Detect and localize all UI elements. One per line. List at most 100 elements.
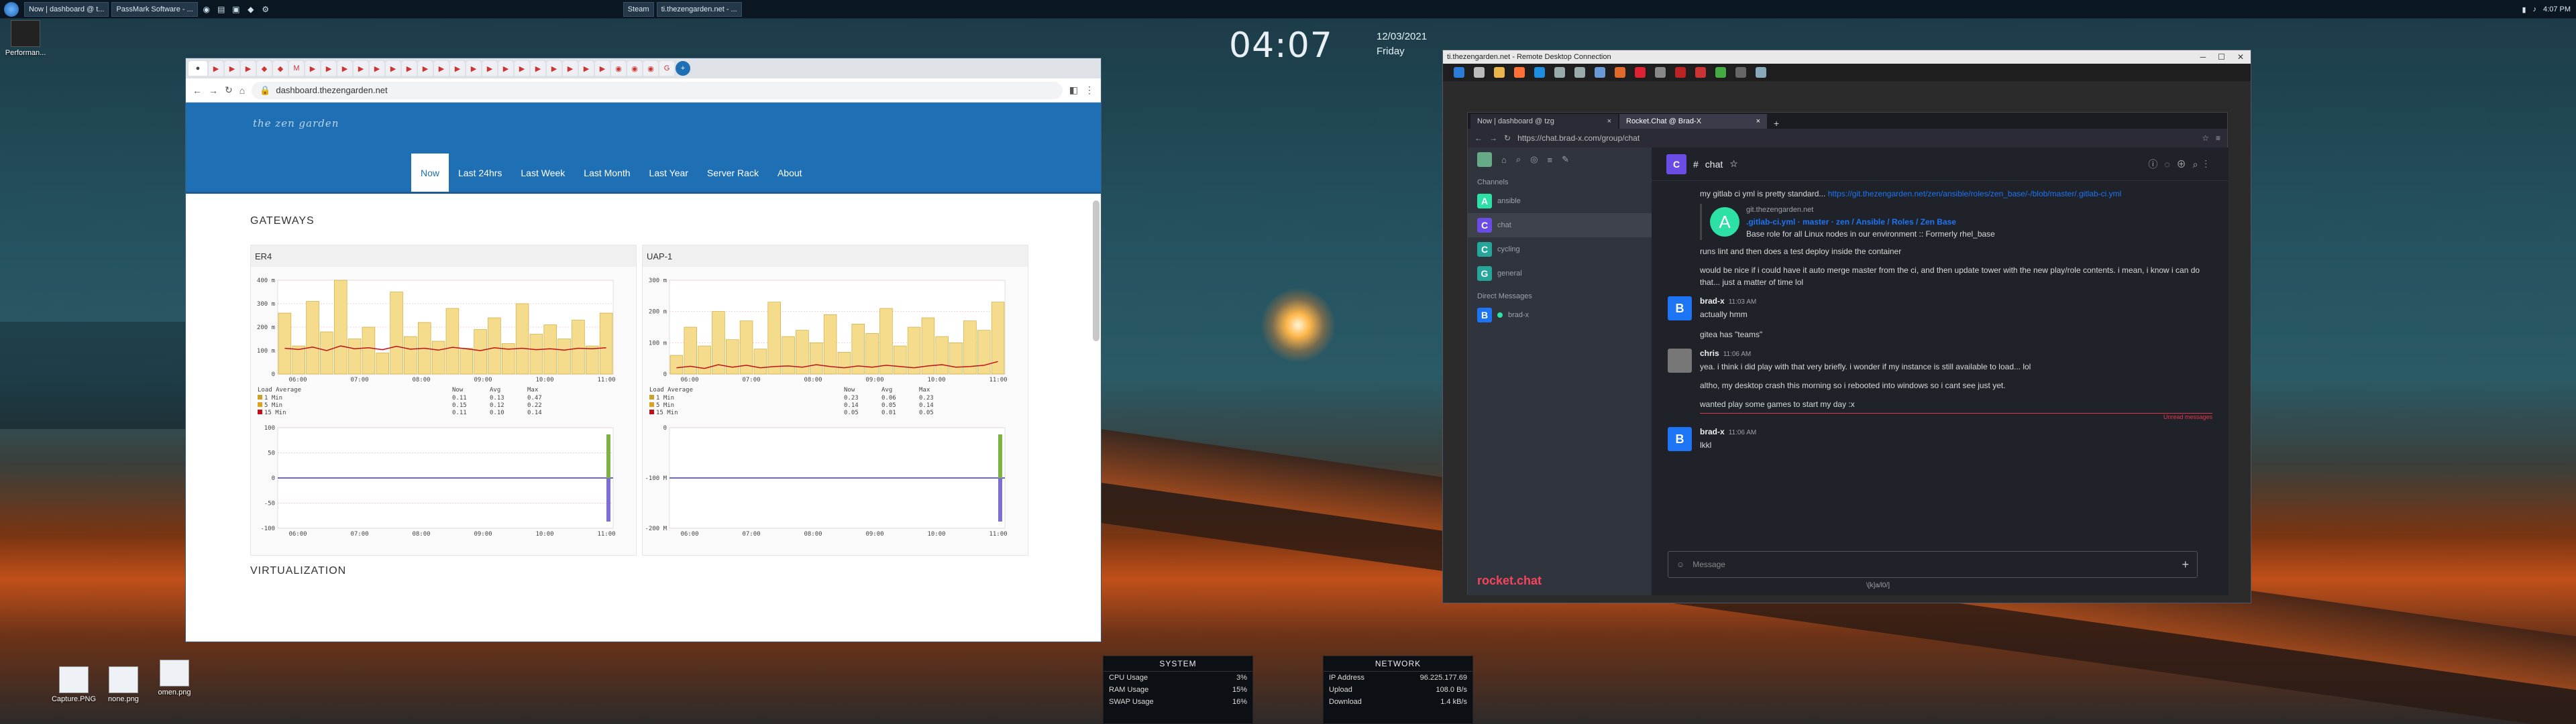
tab[interactable]: ◉ [611, 61, 626, 76]
app-icon[interactable] [1635, 67, 1646, 78]
message-user[interactable]: chris [1700, 349, 1719, 358]
task-rdp[interactable]: ti.thezengarden.net - ... [656, 1, 742, 17]
tab[interactable]: ▶ [337, 61, 352, 76]
star-icon[interactable]: ☆ [1729, 158, 1738, 170]
app-icon[interactable] [1574, 67, 1585, 78]
reload-icon[interactable]: ↻ [225, 84, 233, 96]
tab[interactable]: ▶ [563, 61, 578, 76]
remote-url[interactable]: https://chat.brad-x.com/group/chat [1517, 133, 2195, 143]
tab[interactable]: G [659, 61, 674, 76]
nav-last-week[interactable]: Last Week [511, 154, 574, 192]
message-user[interactable]: brad-x [1700, 427, 1725, 436]
home-icon[interactable]: ⌂ [239, 85, 245, 96]
room-toolbar-icons[interactable]: ⓘ◌⊕⌕⋮ [2148, 158, 2214, 171]
tab[interactable]: ▶ [498, 61, 513, 76]
app-icon[interactable] [1554, 67, 1565, 78]
tab[interactable]: ▶ [209, 61, 223, 76]
desktop-icon-none[interactable]: none.png [99, 666, 148, 703]
tab[interactable]: ◉ [627, 61, 642, 76]
close-icon[interactable]: ✕ [2237, 52, 2244, 62]
channel-ansible[interactable]: Aansible [1468, 189, 1652, 213]
app-icon[interactable] [1615, 67, 1625, 78]
tab-active[interactable]: ● [189, 61, 207, 76]
tab[interactable]: ▶ [225, 61, 239, 76]
minimize-icon[interactable]: ─ [2200, 52, 2206, 62]
back-icon[interactable]: ← [193, 85, 202, 96]
remote-tab-active[interactable]: Rocket.Chat @ Brad-X × [1619, 114, 1767, 129]
close-icon[interactable]: × [1607, 117, 1611, 125]
tab[interactable]: ▶ [354, 61, 368, 76]
nav-now[interactable]: Now [411, 154, 449, 192]
tab[interactable]: ▶ [579, 61, 594, 76]
folder-icon[interactable]: ▤ [215, 3, 227, 15]
menu-icon[interactable]: ⋮ [1085, 84, 1094, 96]
forward-icon[interactable]: → [1489, 133, 1497, 143]
nav-last-year[interactable]: Last Year [640, 154, 698, 192]
dm-brad-x[interactable]: Bbrad-x [1468, 303, 1652, 327]
url-input[interactable]: 🔒 dashboard.thezengarden.net [252, 81, 1063, 99]
tab[interactable]: ▶ [402, 61, 417, 76]
emoji-icon[interactable]: ☺ [1676, 560, 1684, 569]
message-user[interactable]: brad-x [1700, 296, 1725, 306]
desktop-icon-capture[interactable]: Capture.PNG [50, 666, 98, 703]
folder-icon[interactable] [1494, 67, 1505, 78]
terminal-icon[interactable]: ▣ [230, 3, 242, 15]
sort-icon[interactable]: ≡ [1547, 155, 1552, 165]
channel-cycling[interactable]: Ccycling [1468, 237, 1652, 261]
tab[interactable]: ▶ [466, 61, 481, 76]
app-icon[interactable] [1695, 67, 1706, 78]
plus-icon[interactable]: + [2182, 558, 2189, 572]
new-tab-icon[interactable]: + [1768, 118, 1784, 129]
tab[interactable]: ▶ [305, 61, 320, 76]
tab[interactable]: ◉ [643, 61, 658, 76]
app-icon[interactable] [1756, 67, 1766, 78]
chrome-icon[interactable]: ◉ [201, 3, 213, 15]
task-steam[interactable]: Steam [623, 1, 654, 17]
tab[interactable]: ▶ [321, 61, 336, 76]
message-link[interactable]: https://git.thezengarden.net/zen/ansible… [1828, 189, 2122, 198]
channel-chat[interactable]: Cchat [1468, 213, 1652, 237]
app-icon[interactable] [1675, 67, 1686, 78]
vscode-icon[interactable] [1534, 67, 1545, 78]
remote-tab[interactable]: Now | dashboard @ tzg × [1470, 114, 1618, 129]
search-icon[interactable]: ⌕ [1516, 154, 1521, 165]
edit-icon[interactable]: ✎ [1562, 154, 1569, 165]
link-preview[interactable]: A git.thezengarden.net .gitlab-ci.yml · m… [1700, 204, 2229, 240]
tray-clock[interactable]: 4:07 PM [2543, 5, 2571, 13]
back-icon[interactable]: ← [1474, 133, 1483, 143]
tab[interactable]: ▶ [515, 61, 529, 76]
preview-title[interactable]: .gitlab-ci.yml · master · zen / Ansible … [1746, 216, 1995, 228]
tab[interactable]: ▶ [241, 61, 256, 76]
scrollbar[interactable] [1093, 200, 1099, 341]
nav-about[interactable]: About [768, 154, 812, 192]
task-dashboard[interactable]: Now | dashboard @ t... [24, 1, 109, 17]
taskview-icon[interactable] [1474, 67, 1485, 78]
tab[interactable]: ▶ [450, 61, 465, 76]
user-avatar[interactable]: B [1668, 296, 1692, 320]
tab[interactable]: ▶ [482, 61, 497, 76]
nav-last-24hrs[interactable]: Last 24hrs [449, 154, 511, 192]
channel-general[interactable]: Ggeneral [1468, 261, 1652, 286]
tab[interactable]: ▶ [595, 61, 610, 76]
desktop-icon-performance[interactable]: Performan... [1, 20, 50, 57]
user-avatar[interactable]: B [1668, 427, 1692, 451]
directory-icon[interactable]: ◎ [1530, 154, 1538, 165]
message-input[interactable]: Message [1693, 560, 2174, 569]
tab[interactable]: ▶ [370, 61, 384, 76]
vscode-icon[interactable]: ◆ [245, 3, 257, 15]
network-icon[interactable]: ▮ [2522, 5, 2526, 14]
site-brand[interactable]: the zen garden [253, 117, 339, 129]
chrome-icon[interactable] [1715, 67, 1726, 78]
user-avatar-photo[interactable] [1668, 349, 1692, 373]
reload-icon[interactable]: ↻ [1504, 133, 1511, 143]
star-icon[interactable]: ☆ [2202, 133, 2209, 143]
volume-icon[interactable]: ♪ [2533, 5, 2537, 13]
new-tab-button[interactable]: + [676, 61, 690, 76]
extension-icon[interactable]: ◧ [1069, 84, 1078, 96]
tab[interactable]: ▶ [531, 61, 545, 76]
tab[interactable]: ◆ [273, 61, 288, 76]
tab[interactable]: ◆ [257, 61, 272, 76]
message-composer[interactable]: ☺ Message + [1668, 551, 2198, 578]
close-icon[interactable]: × [1756, 117, 1760, 125]
tab[interactable]: ▶ [418, 61, 433, 76]
